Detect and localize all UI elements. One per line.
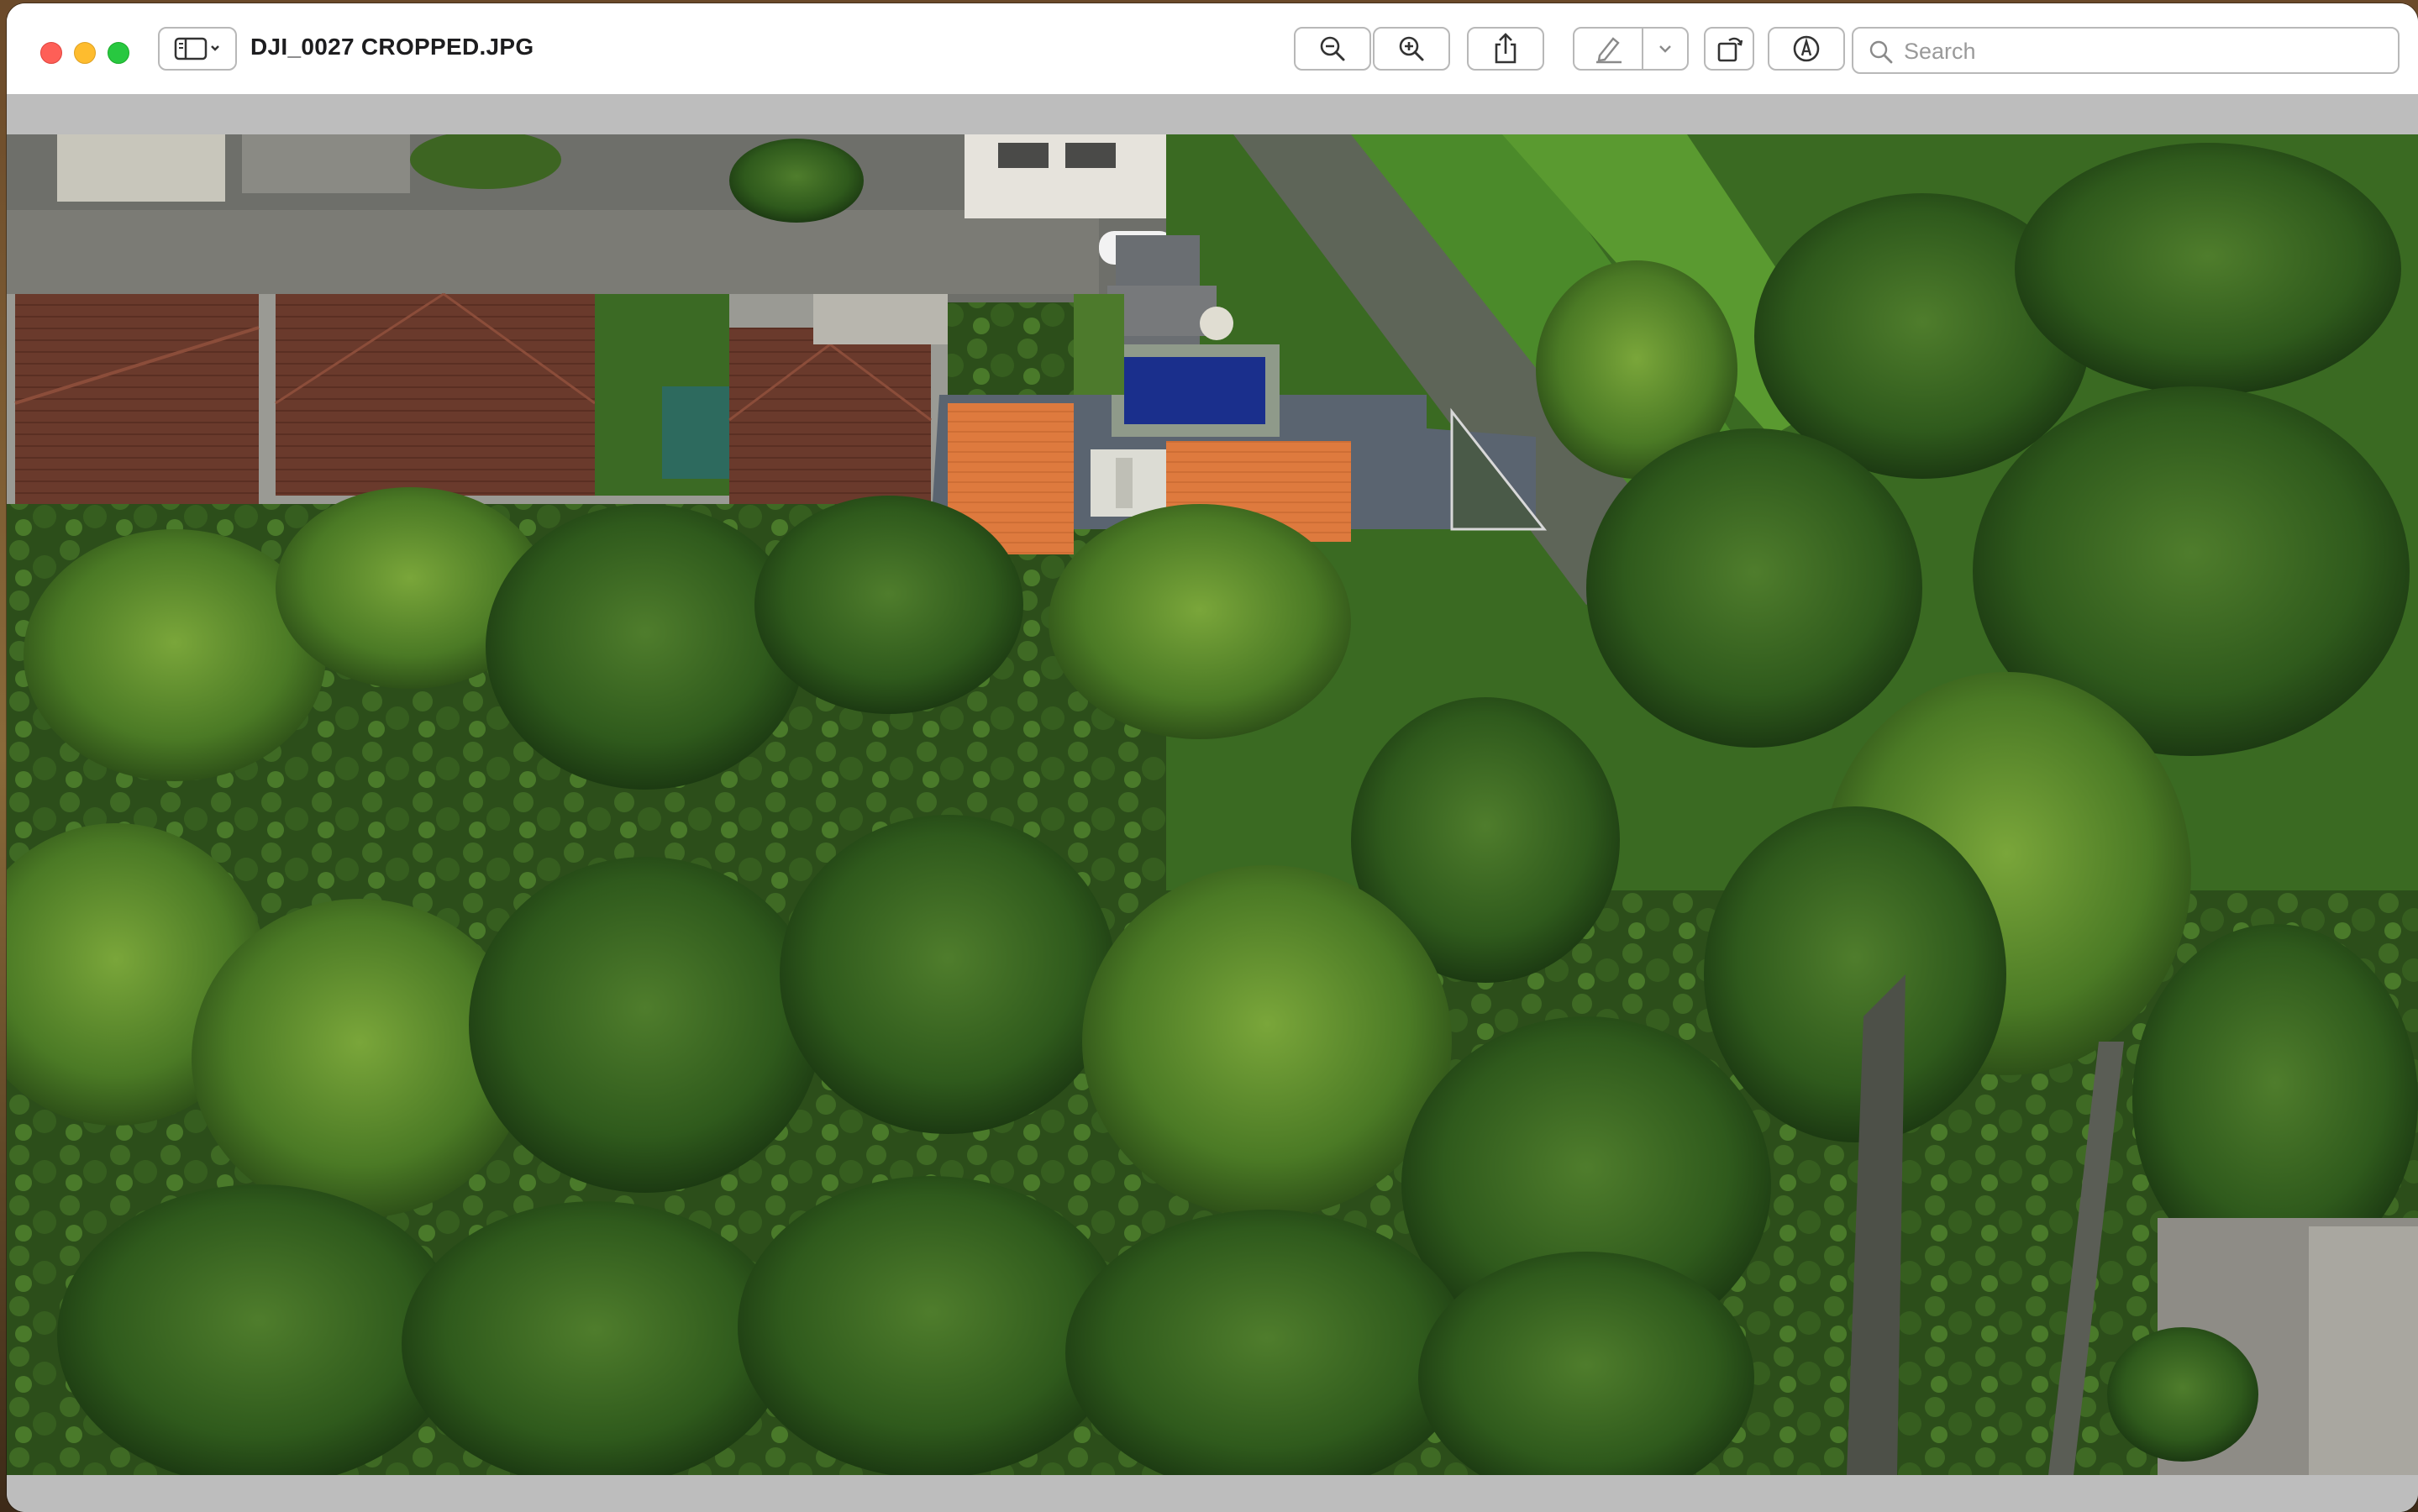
preview-window: DJI_0027 CROPPED.JPG <box>7 3 2418 1512</box>
annotate-button[interactable] <box>1768 27 1845 71</box>
share-button[interactable] <box>1467 27 1544 71</box>
rotate-button[interactable] <box>1704 27 1754 71</box>
share-icon <box>1490 32 1521 66</box>
search-input[interactable] <box>1902 35 2376 67</box>
image-viewer <box>7 94 2418 1512</box>
rotate-icon <box>1714 34 1744 64</box>
sidebar-icon <box>172 36 223 61</box>
aerial-photo[interactable] <box>7 134 2418 1475</box>
zoom-in-button[interactable] <box>1373 27 1450 71</box>
title-bar: DJI_0027 CROPPED.JPG <box>7 3 2418 96</box>
aerial-photo-illustration <box>7 134 2418 1475</box>
zoom-button[interactable] <box>108 42 129 64</box>
markup-circle-icon <box>1791 34 1821 64</box>
search-icon <box>1869 39 1894 69</box>
minimize-button[interactable] <box>74 42 96 64</box>
chevron-down-icon <box>1657 43 1674 55</box>
search-field[interactable] <box>1852 27 2400 74</box>
sidebar-toggle-button[interactable] <box>158 27 237 71</box>
markup-button[interactable] <box>1573 27 1643 71</box>
zoom-out-button[interactable] <box>1294 27 1371 71</box>
zoom-out-icon <box>1317 34 1348 64</box>
close-button[interactable] <box>40 42 62 64</box>
markup-menu-button[interactable] <box>1642 27 1689 71</box>
zoom-in-icon <box>1396 34 1427 64</box>
window-title: DJI_0027 CROPPED.JPG <box>250 34 534 60</box>
pencil-icon <box>1591 34 1625 64</box>
